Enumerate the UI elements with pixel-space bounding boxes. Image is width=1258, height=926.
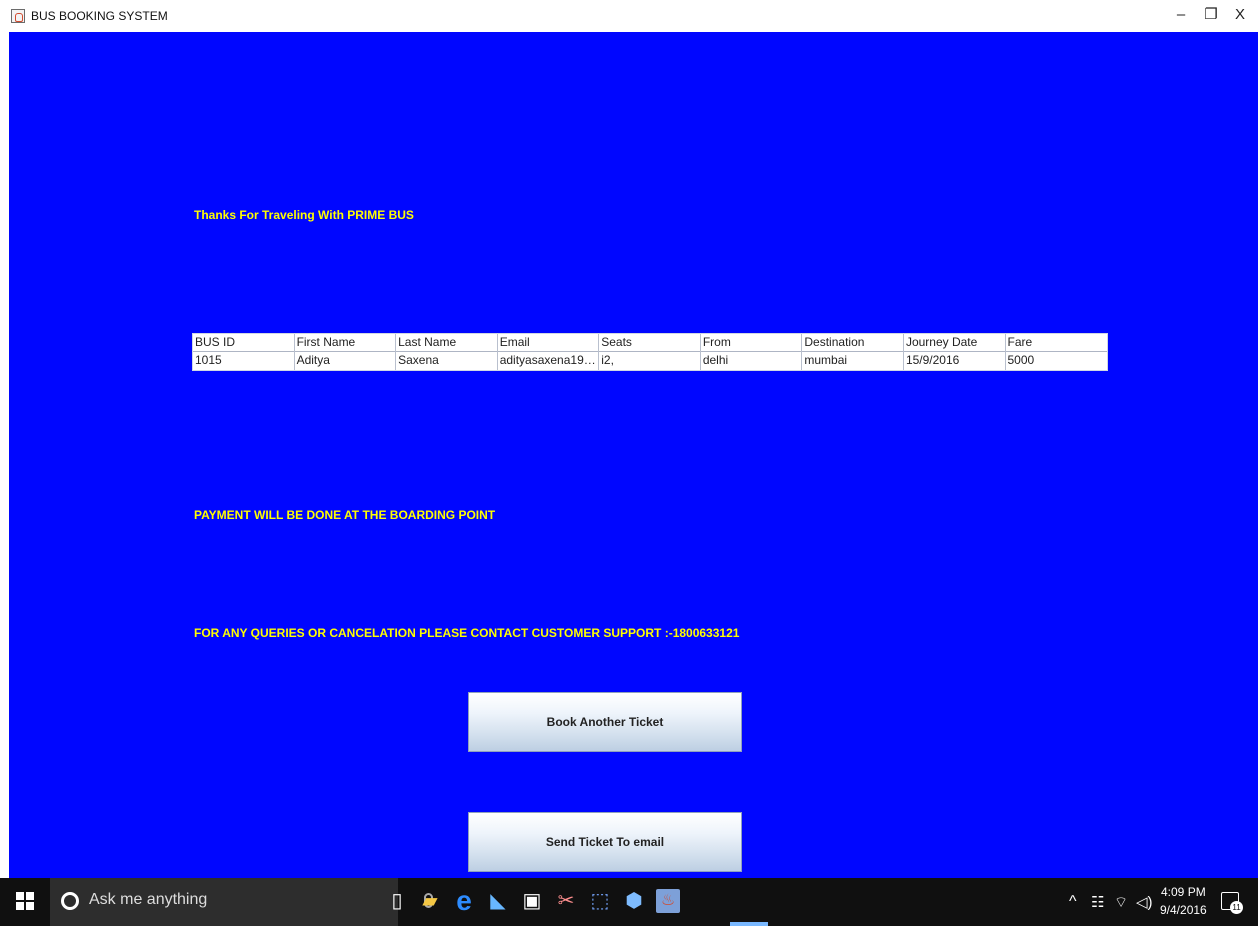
- cortana-search-box[interactable]: Ask me anything: [50, 878, 433, 926]
- notification-center-icon[interactable]: 11: [1221, 892, 1243, 914]
- column-seats: Seats: [599, 334, 701, 352]
- table-row[interactable]: 1015 Aditya Saxena adityasaxena199... i2…: [193, 352, 1107, 370]
- first-name-cell[interactable]: Aditya: [295, 352, 397, 370]
- column-last-name: Last Name: [396, 334, 498, 352]
- cortana-icon: [61, 892, 79, 910]
- column-first-name: First Name: [295, 334, 397, 352]
- last-name-cell[interactable]: Saxena: [396, 352, 498, 370]
- column-email: Email: [498, 334, 600, 352]
- minimize-button[interactable]: –: [1164, 4, 1198, 28]
- show-hidden-icons[interactable]: ^: [1069, 893, 1077, 911]
- java-app-icon: [11, 9, 25, 23]
- from-cell[interactable]: delhi: [701, 352, 803, 370]
- virtualbox-icon[interactable]: ⬢: [622, 889, 646, 913]
- edge-icon[interactable]: e: [452, 887, 476, 915]
- file-explorer-icon[interactable]: ▰: [418, 889, 442, 913]
- app-icon[interactable]: ◣: [486, 889, 510, 913]
- send-ticket-email-button[interactable]: Send Ticket To email: [468, 812, 742, 872]
- image-tool-icon[interactable]: ⬚: [588, 889, 612, 913]
- destination-cell[interactable]: mumbai: [802, 352, 904, 370]
- clock-date[interactable]: 9/4/2016: [1160, 903, 1207, 917]
- wifi-icon[interactable]: ⌔: [1114, 893, 1128, 912]
- java-icon[interactable]: ♨: [656, 889, 680, 913]
- column-fare: Fare: [1007, 335, 1033, 349]
- volume-icon[interactable]: ◁): [1136, 893, 1153, 911]
- fare-cell[interactable]: 5000: [1006, 352, 1108, 370]
- column-journey-date: Journey Date: [904, 334, 1006, 352]
- book-another-ticket-button[interactable]: Book Another Ticket: [468, 692, 742, 752]
- journey-date-cell[interactable]: 15/9/2016: [904, 352, 1006, 370]
- network-icon[interactable]: ☷: [1091, 893, 1104, 911]
- thanks-message: Thanks For Traveling With PRIME BUS: [194, 208, 414, 222]
- seats-cell[interactable]: i2,: [599, 352, 701, 370]
- bus-id-cell[interactable]: 1015: [193, 352, 295, 370]
- booking-confirmation-panel: Thanks For Traveling With PRIME BUS BUS …: [9, 32, 1258, 878]
- column-from: From: [701, 334, 803, 352]
- close-button[interactable]: X: [1223, 4, 1257, 28]
- email-cell[interactable]: adityasaxena199...: [498, 352, 600, 370]
- payment-message: PAYMENT WILL BE DONE AT THE BOARDING POI…: [194, 508, 496, 522]
- snipping-tool-icon[interactable]: ✂: [554, 889, 578, 913]
- windows-start-icon[interactable]: [16, 892, 34, 910]
- ticket-table: BUS ID First Name Last Name Email Seats …: [192, 333, 1108, 371]
- ticket-table-header: BUS ID First Name Last Name Email Seats …: [193, 334, 1107, 352]
- clock-time[interactable]: 4:09 PM: [1161, 885, 1206, 899]
- support-message: FOR ANY QUERIES OR CANCELATION PLEASE CO…: [194, 626, 740, 640]
- notification-count: 11: [1230, 901, 1243, 914]
- windows-taskbar: Ask me anything ▯ ▰ e ◣ ▣ ✂ ⬚ ⬢ ♨ ^ ☷ ⌔ …: [0, 878, 1258, 926]
- store-icon[interactable]: ▣: [520, 889, 544, 913]
- active-app-indicator: [730, 922, 768, 926]
- search-placeholder: Ask me anything: [89, 891, 208, 908]
- column-bus-id: BUS ID: [193, 334, 295, 352]
- window-titlebar: BUS BOOKING SYSTEM – ❐ X: [0, 0, 1258, 32]
- column-destination: Destination: [802, 334, 904, 352]
- task-view-icon[interactable]: ▯: [385, 889, 409, 913]
- window-title: BUS BOOKING SYSTEM: [31, 9, 168, 23]
